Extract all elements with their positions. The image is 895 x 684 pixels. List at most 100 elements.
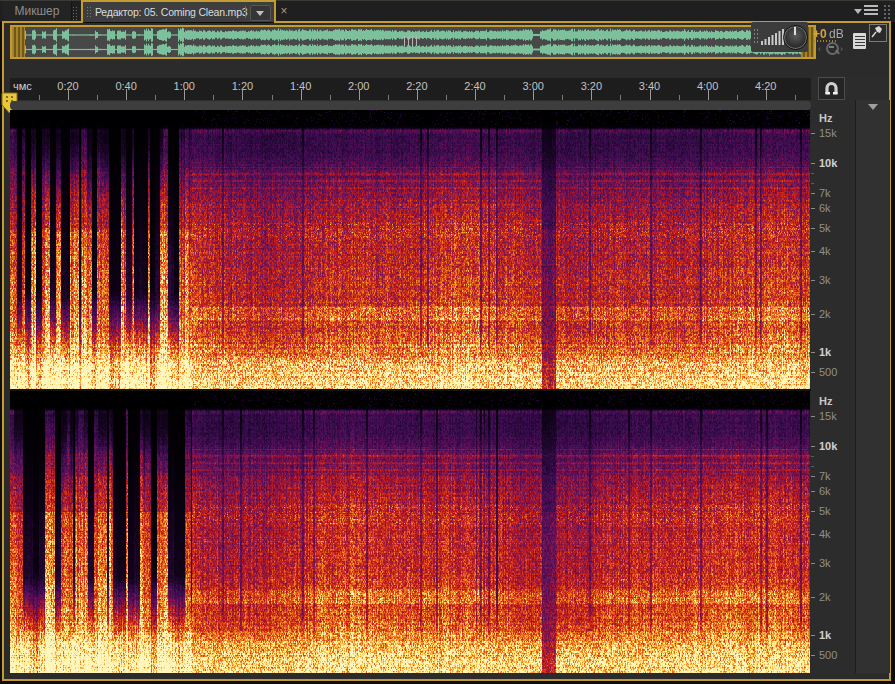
time-ruler[interactable]: чмс 0:200:401:001:201:402:002:202:403:00… [10, 78, 811, 100]
freq-label: 1k [819, 629, 831, 641]
freq-tick [811, 446, 815, 447]
freq-label: 10k [819, 440, 837, 452]
minor-tick [155, 95, 156, 100]
freq-minor-tick [811, 456, 814, 457]
freq-label: 4k [819, 528, 831, 540]
freq-minor-tick [811, 173, 814, 174]
major-tick [417, 89, 418, 100]
freq-label: 2k [819, 308, 831, 320]
freq-tick [811, 511, 815, 512]
minor-tick [504, 95, 505, 100]
freq-tick [811, 476, 815, 477]
freq-label: 2k [819, 591, 831, 603]
gain-knob-pointer [794, 27, 796, 35]
tab-close-button[interactable]: × [277, 3, 291, 19]
freq-unit-label: Hz [819, 112, 832, 124]
overview-left-handle[interactable] [12, 27, 25, 57]
chevron-down-icon [256, 11, 264, 16]
spectrogram-right-channel[interactable] [10, 391, 810, 673]
panel-grip-icon [883, 4, 891, 22]
freq-label: 7k [819, 187, 831, 199]
freq-label: 15k [819, 127, 837, 139]
focus-border-tab-right [274, 0, 276, 23]
minor-tick [620, 95, 621, 100]
freq-label: 500 [819, 366, 837, 378]
freq-unit-label: Hz [819, 395, 832, 407]
major-tick [184, 89, 185, 100]
minor-tick [330, 95, 331, 100]
freq-label: 3k [819, 274, 831, 286]
freq-label: 5k [819, 505, 831, 517]
freq-label: 500 [819, 649, 837, 661]
audition-editor-panel: Микшер Редактор: 05. Coming Clean.mp3 × … [0, 0, 895, 684]
freq-minor-tick [811, 466, 814, 467]
pin-button[interactable] [869, 24, 887, 42]
horizontal-scrollbar-grip-icon[interactable] [436, 103, 462, 108]
freq-label: 6k [819, 202, 831, 214]
minor-tick [97, 95, 98, 100]
snap-button[interactable] [818, 77, 845, 100]
minor-tick [562, 95, 563, 100]
major-tick [242, 89, 243, 100]
freq-label: 7k [819, 470, 831, 482]
panel-menu-button[interactable] [854, 5, 880, 19]
major-tick [359, 89, 360, 100]
minor-tick [213, 95, 214, 100]
freq-tick [811, 280, 815, 281]
major-tick [475, 89, 476, 100]
freq-tick [811, 352, 815, 353]
minor-tick [39, 95, 40, 100]
chevron-down-icon [868, 104, 878, 110]
tab-editor-label: Редактор: 05. Coming Clean.mp3 [95, 2, 247, 22]
freq-tick [811, 251, 815, 252]
tab-separator [245, 6, 246, 18]
freq-tick [811, 133, 815, 134]
tab-drag-grip-icon[interactable] [72, 6, 79, 20]
freq-tick [811, 655, 815, 656]
freq-label: 15k [819, 410, 837, 422]
chevron-down-icon [854, 9, 862, 14]
horizontal-scrollbar[interactable] [10, 101, 811, 110]
gain-value[interactable]: +0 [813, 27, 827, 41]
pin-icon [870, 25, 884, 39]
focus-border-left [2, 21, 4, 681]
focus-border-top-left [2, 21, 82, 23]
freq-tick [811, 597, 815, 598]
overview-grip-icon[interactable] [404, 36, 418, 46]
freq-tick [811, 416, 815, 417]
freq-tick [811, 563, 815, 564]
major-tick [650, 89, 651, 100]
freq-tick [811, 491, 815, 492]
major-tick [68, 89, 69, 100]
major-tick [533, 89, 534, 100]
zoom-right-arrow-icon: › [840, 44, 843, 54]
minor-tick [795, 95, 796, 100]
tab-dropdown-button[interactable] [250, 5, 271, 21]
freq-tick [811, 208, 815, 209]
focus-border-bottom [2, 679, 891, 681]
freq-minor-tick [811, 183, 814, 184]
freq-tick [811, 534, 815, 535]
list-icon[interactable] [853, 33, 866, 49]
minor-tick [388, 95, 389, 100]
freq-label: 10k [819, 157, 837, 169]
minor-tick [272, 95, 273, 100]
freq-label: 5k [819, 222, 831, 234]
tab-mixer[interactable]: Микшер [3, 1, 72, 22]
freq-label: 4k [819, 245, 831, 257]
channel-divider [10, 389, 889, 391]
tab-mixer-label: Микшер [15, 4, 60, 18]
freq-tick [811, 635, 815, 636]
panel-tab-bar: Микшер Редактор: 05. Coming Clean.mp3 × [0, 1, 895, 22]
freq-tick [811, 372, 815, 373]
gain-unit: dB [829, 27, 844, 41]
tab-editor[interactable]: Редактор: 05. Coming Clean.mp3 [82, 2, 274, 22]
spectrogram-left-channel[interactable] [10, 110, 810, 389]
minor-tick [446, 95, 447, 100]
freq-tick [811, 193, 815, 194]
freq-tick [811, 163, 815, 164]
minor-tick [679, 95, 680, 100]
vertical-scrollbar[interactable] [855, 100, 890, 673]
tab-grip-icon [86, 6, 92, 18]
hud-grip-icon[interactable] [753, 28, 759, 44]
